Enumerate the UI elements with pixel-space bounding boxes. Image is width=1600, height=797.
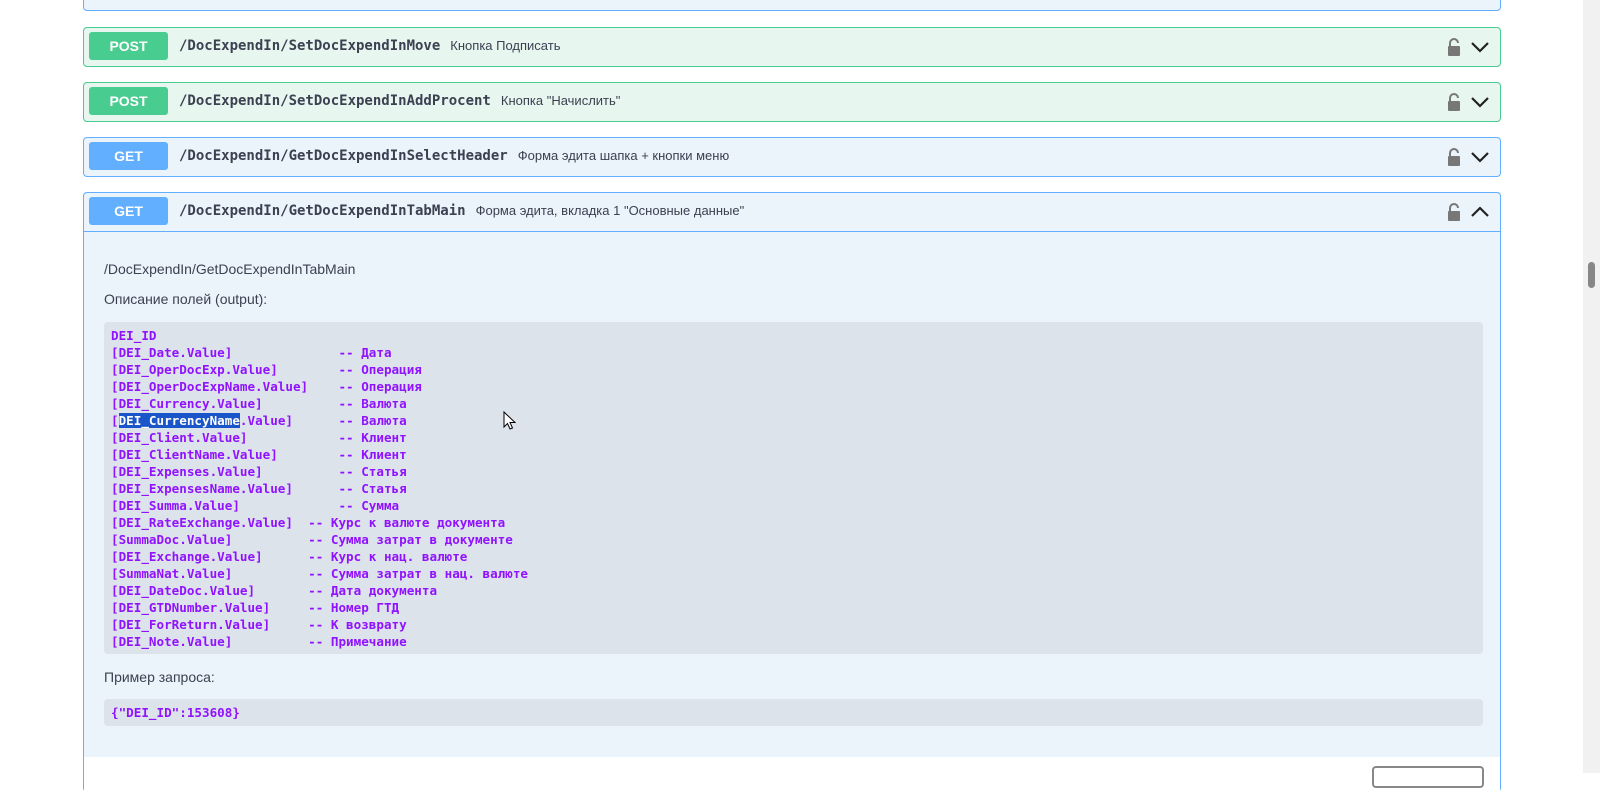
opblock-post-setdocexpendinmove: POST /DocExpendIn/SetDocExpendInMove Кноп… xyxy=(83,27,1501,67)
endpoint-text: /DocExpendIn/GetDocExpendInTabMain xyxy=(104,261,356,277)
opblock-summary[interactable]: GET /DocExpendIn/GetDocExpendInSelectHea… xyxy=(84,138,1500,176)
chevron-up-icon[interactable] xyxy=(1470,204,1490,220)
path-text: /DocExpendIn/SetDocExpendInAddProcent xyxy=(179,93,491,109)
opblock-partial-top[interactable] xyxy=(83,0,1501,11)
method-badge: GET xyxy=(89,197,168,225)
operation-footer xyxy=(84,757,1500,797)
code-text-after: .Value] -- Валюта [DEI_Client.Value] -- … xyxy=(111,413,529,649)
lock-icon[interactable] xyxy=(1446,202,1462,222)
endpoint-path: /DocExpendIn/SetDocExpendInMove Кнопка По… xyxy=(179,38,560,54)
lock-icon[interactable] xyxy=(1446,37,1462,57)
example-code: {"DEI_ID":153608} xyxy=(111,705,240,720)
method-badge: GET xyxy=(89,142,168,170)
endpoint-description: Форма эдита шапка + кнопки меню xyxy=(517,148,730,163)
path-text: /DocExpendIn/GetDocExpendInTabMain xyxy=(179,203,466,219)
fields-code-block: DEI_ID [DEI_Date.Value] -- Дата [DEI_Ope… xyxy=(104,322,1483,654)
lock-icon[interactable] xyxy=(1446,92,1462,112)
endpoint-path: /DocExpendIn/GetDocExpendInTabMain Форма … xyxy=(179,203,744,219)
fields-heading: Описание полей (output): xyxy=(104,291,268,307)
path-text: /DocExpendIn/GetDocExpendInSelectHeader xyxy=(179,148,508,164)
endpoint-description: Кнопка Подписать xyxy=(450,38,561,53)
fields-code: DEI_ID [DEI_Date.Value] -- Дата [DEI_Ope… xyxy=(111,327,1476,650)
example-heading: Пример запроса: xyxy=(104,669,215,685)
chevron-down-icon[interactable] xyxy=(1470,94,1490,110)
opblock-summary[interactable]: POST /DocExpendIn/SetDocExpendInAddProce… xyxy=(84,83,1500,121)
endpoint-path: /DocExpendIn/SetDocExpendInAddProcent Кно… xyxy=(179,93,620,109)
opblock-post-setdocexpendinaddprocent: POST /DocExpendIn/SetDocExpendInAddProce… xyxy=(83,82,1501,122)
endpoint-description: Кнопка "Начислить" xyxy=(500,93,621,108)
method-badge: POST xyxy=(89,87,168,115)
example-code-block: {"DEI_ID":153608} xyxy=(104,699,1483,726)
scrollbar-thumb[interactable] xyxy=(1588,262,1595,288)
path-text: /DocExpendIn/SetDocExpendInMove xyxy=(179,38,441,54)
chevron-down-icon[interactable] xyxy=(1470,39,1490,55)
endpoint-path: /DocExpendIn/GetDocExpendInSelectHeader Ф… xyxy=(179,148,729,164)
selected-text: DEI_CurrencyName xyxy=(118,413,240,428)
method-badge: POST xyxy=(89,32,168,60)
chevron-down-icon[interactable] xyxy=(1470,149,1490,165)
opblock-get-getdocexpendinselectheader: GET /DocExpendIn/GetDocExpendInSelectHea… xyxy=(83,137,1501,177)
endpoint-description: Форма эдита, вкладка 1 "Основные данные" xyxy=(475,203,745,218)
page-scrollbar[interactable] xyxy=(1583,0,1600,773)
lock-icon[interactable] xyxy=(1446,147,1462,167)
mouse-cursor-icon xyxy=(503,411,517,430)
try-it-out-button[interactable] xyxy=(1372,766,1484,788)
opblock-summary[interactable]: GET /DocExpendIn/GetDocExpendInTabMain Фо… xyxy=(84,193,1500,232)
opblock-summary[interactable]: POST /DocExpendIn/SetDocExpendInMove Кноп… xyxy=(84,28,1500,66)
opblock-get-getdocexpendintabmain: GET /DocExpendIn/GetDocExpendInTabMain Фо… xyxy=(83,192,1501,797)
